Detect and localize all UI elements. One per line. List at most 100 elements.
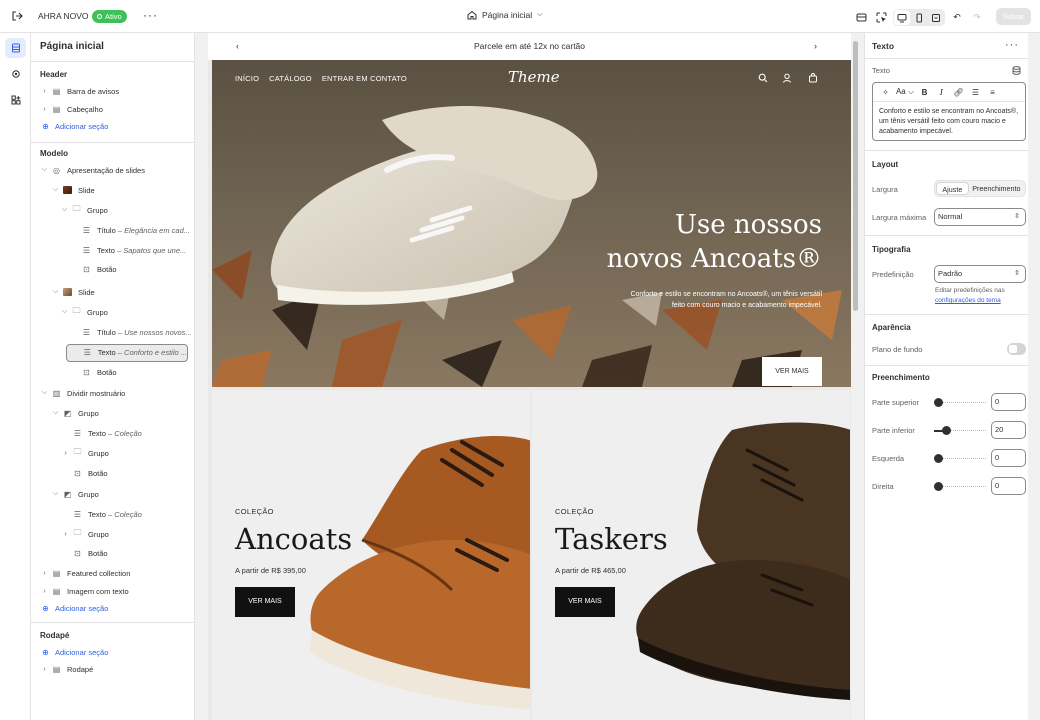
announcement-bar[interactable]: ‹ Parcele em até 12x no cartão › [208, 33, 851, 60]
block-text[interactable]: ☰ Texto – Coleção [61, 506, 142, 522]
slider-knob[interactable] [934, 482, 943, 491]
preset-select[interactable]: Padrão ⇳ [934, 265, 1026, 283]
preview-scrollbar[interactable] [851, 33, 860, 720]
block-slide-2[interactable]: ⌵ Slide [51, 284, 95, 300]
hero-slideshow[interactable]: INÍCIO CATÁLOGO ENTRAR EM CONTATO Theme … [212, 60, 851, 387]
block-group[interactable]: ⌵ 🗀 Grupo [60, 304, 108, 320]
padding-top-input[interactable]: 0 [991, 393, 1026, 411]
block-group[interactable]: ⌵ ◩ Grupo [51, 486, 99, 502]
collection-cta-button[interactable]: VER MAIS [555, 587, 615, 617]
dynamic-source-icon[interactable] [1012, 66, 1021, 77]
section-announcement-bar[interactable]: › ▤ Barra de avisos [40, 83, 119, 99]
theme-settings-gear-icon[interactable] [5, 64, 26, 84]
exit-icon[interactable] [11, 10, 23, 22]
padding-bottom-slider[interactable] [934, 426, 986, 435]
block-group[interactable]: ⌵ 🗀 Grupo [60, 202, 108, 218]
chevron-right-icon[interactable]: › [814, 33, 817, 60]
cart-icon[interactable] [808, 73, 818, 86]
store-logo[interactable]: Theme [508, 68, 560, 86]
inspector-icon[interactable] [853, 10, 869, 25]
hero-cta-button[interactable]: VER MAIS [762, 357, 822, 386]
add-section-template-button[interactable]: ⊕ Adicionar seção [40, 600, 108, 616]
page-selector[interactable]: Página inicial ⌵ [467, 10, 542, 20]
search-icon[interactable] [758, 73, 768, 86]
block-group[interactable]: › 🗀 Grupo [61, 445, 109, 461]
block-text[interactable]: ☰ Texto – Coleção [61, 425, 142, 441]
nav-link-home[interactable]: INÍCIO [235, 74, 259, 83]
section-header[interactable]: › ▤ Cabeçalho [40, 101, 103, 117]
padding-right-input[interactable]: 0 [991, 477, 1026, 495]
slider-knob[interactable] [942, 426, 951, 435]
more-actions-icon[interactable]: ··· [143, 8, 158, 22]
more-options-icon[interactable]: ··· [1005, 39, 1019, 51]
chevron-right-icon[interactable]: › [61, 531, 70, 538]
block-text-selected[interactable]: ☰ Texto – Conforto e estilo ... [66, 344, 188, 362]
chevron-down-icon[interactable]: ⌵ [51, 409, 60, 417]
padding-left-slider[interactable] [934, 454, 986, 463]
background-toggle[interactable] [1007, 343, 1026, 355]
apps-icon[interactable] [5, 90, 26, 110]
slider-knob[interactable] [934, 454, 943, 463]
editor-content[interactable]: Conforto e estilo se encontram no Ancoat… [873, 102, 1025, 142]
italic-icon[interactable]: I [933, 88, 950, 97]
nav-link-contact[interactable]: ENTRAR EM CONTATO [322, 74, 407, 83]
chevron-left-icon[interactable]: ‹ [236, 33, 239, 60]
rich-text-editor[interactable]: ✧ Aa ⌵ B I 🔗︎ ☰ ≡ Conforto e estilo se e… [872, 82, 1026, 141]
chevron-right-icon[interactable]: › [40, 588, 49, 595]
block-text[interactable]: ☰ Texto – Sapatos que une... [70, 242, 186, 258]
ai-magic-icon[interactable]: ✧ [877, 88, 894, 97]
add-section-header-button[interactable]: ⊕ Adicionar seção [40, 118, 108, 134]
block-button[interactable]: ⊡ Botão [61, 465, 107, 481]
chevron-right-icon[interactable]: › [61, 450, 70, 457]
padding-right-slider[interactable] [934, 482, 986, 491]
max-width-select[interactable]: Normal ⇳ [934, 208, 1026, 226]
mobile-view-icon[interactable] [911, 10, 927, 25]
collection-cta-button[interactable]: VER MAIS [235, 587, 295, 617]
block-title[interactable]: ☰ Título – Use nossos novos... [70, 324, 192, 340]
bold-icon[interactable]: B [916, 88, 933, 97]
undo-icon[interactable]: ↶ [949, 10, 965, 25]
block-slide-1[interactable]: ⌵ Slide [51, 182, 95, 198]
padding-bottom-input[interactable]: 20 [991, 421, 1026, 439]
scrollbar-thumb[interactable] [853, 41, 858, 311]
chevron-down-icon[interactable]: ⌵ [51, 288, 60, 296]
link-icon[interactable]: 🔗︎ [950, 88, 967, 97]
chevron-down-icon[interactable]: ⌵ [51, 186, 60, 194]
section-featured-collection[interactable]: › ▤ Featured collection [40, 565, 130, 581]
padding-top-slider[interactable] [934, 398, 986, 407]
fullscreen-view-icon[interactable] [928, 10, 944, 25]
section-footer[interactable]: › ▤ Rodapé [40, 661, 93, 677]
chevron-right-icon[interactable]: › [40, 570, 49, 577]
sections-icon[interactable] [5, 38, 26, 58]
block-group[interactable]: ⌵ ◩ Grupo [51, 405, 99, 421]
chevron-down-icon[interactable]: ⌵ [40, 389, 49, 397]
theme-settings-link[interactable]: configurações do tema [935, 297, 1001, 304]
font-size-icon[interactable]: Aa ⌵ [894, 87, 916, 97]
chevron-down-icon[interactable]: ⌵ [60, 308, 69, 316]
add-section-footer-button[interactable]: ⊕ Adicionar seção [40, 644, 108, 660]
block-title[interactable]: ☰ Título – Elegância em cad... [70, 222, 190, 238]
nav-link-catalog[interactable]: CATÁLOGO [269, 74, 312, 83]
section-slideshow[interactable]: ⌵ ◎ Apresentação de slides [40, 162, 145, 178]
block-button[interactable]: ⊡ Botão [70, 261, 116, 277]
slider-knob[interactable] [934, 398, 943, 407]
block-button[interactable]: ⊡ Botão [61, 545, 107, 561]
chevron-down-icon[interactable]: ⌵ [60, 206, 69, 214]
numbered-list-icon[interactable]: ≡ [984, 88, 1001, 97]
block-button[interactable]: ⊡ Botão [70, 364, 116, 380]
width-option-fit[interactable]: Ajuste [936, 182, 969, 195]
select-cursor-icon[interactable] [873, 10, 889, 25]
width-option-fill[interactable]: Preenchimento [969, 182, 1024, 195]
desktop-view-icon[interactable] [894, 10, 910, 25]
chevron-right-icon[interactable]: › [40, 106, 49, 113]
account-icon[interactable] [782, 73, 792, 86]
save-button[interactable]: Salvar [996, 8, 1031, 25]
bullet-list-icon[interactable]: ☰ [967, 88, 984, 97]
redo-icon[interactable]: ↷ [969, 10, 985, 25]
block-group[interactable]: › 🗀 Grupo [61, 526, 109, 542]
padding-left-input[interactable]: 0 [991, 449, 1026, 467]
section-image-with-text[interactable]: › ▤ Imagem com texto [40, 583, 128, 599]
section-split-showcase[interactable]: ⌵ ▥ Dividir mostruário [40, 385, 126, 401]
chevron-right-icon[interactable]: › [40, 88, 49, 95]
chevron-down-icon[interactable]: ⌵ [51, 490, 60, 498]
